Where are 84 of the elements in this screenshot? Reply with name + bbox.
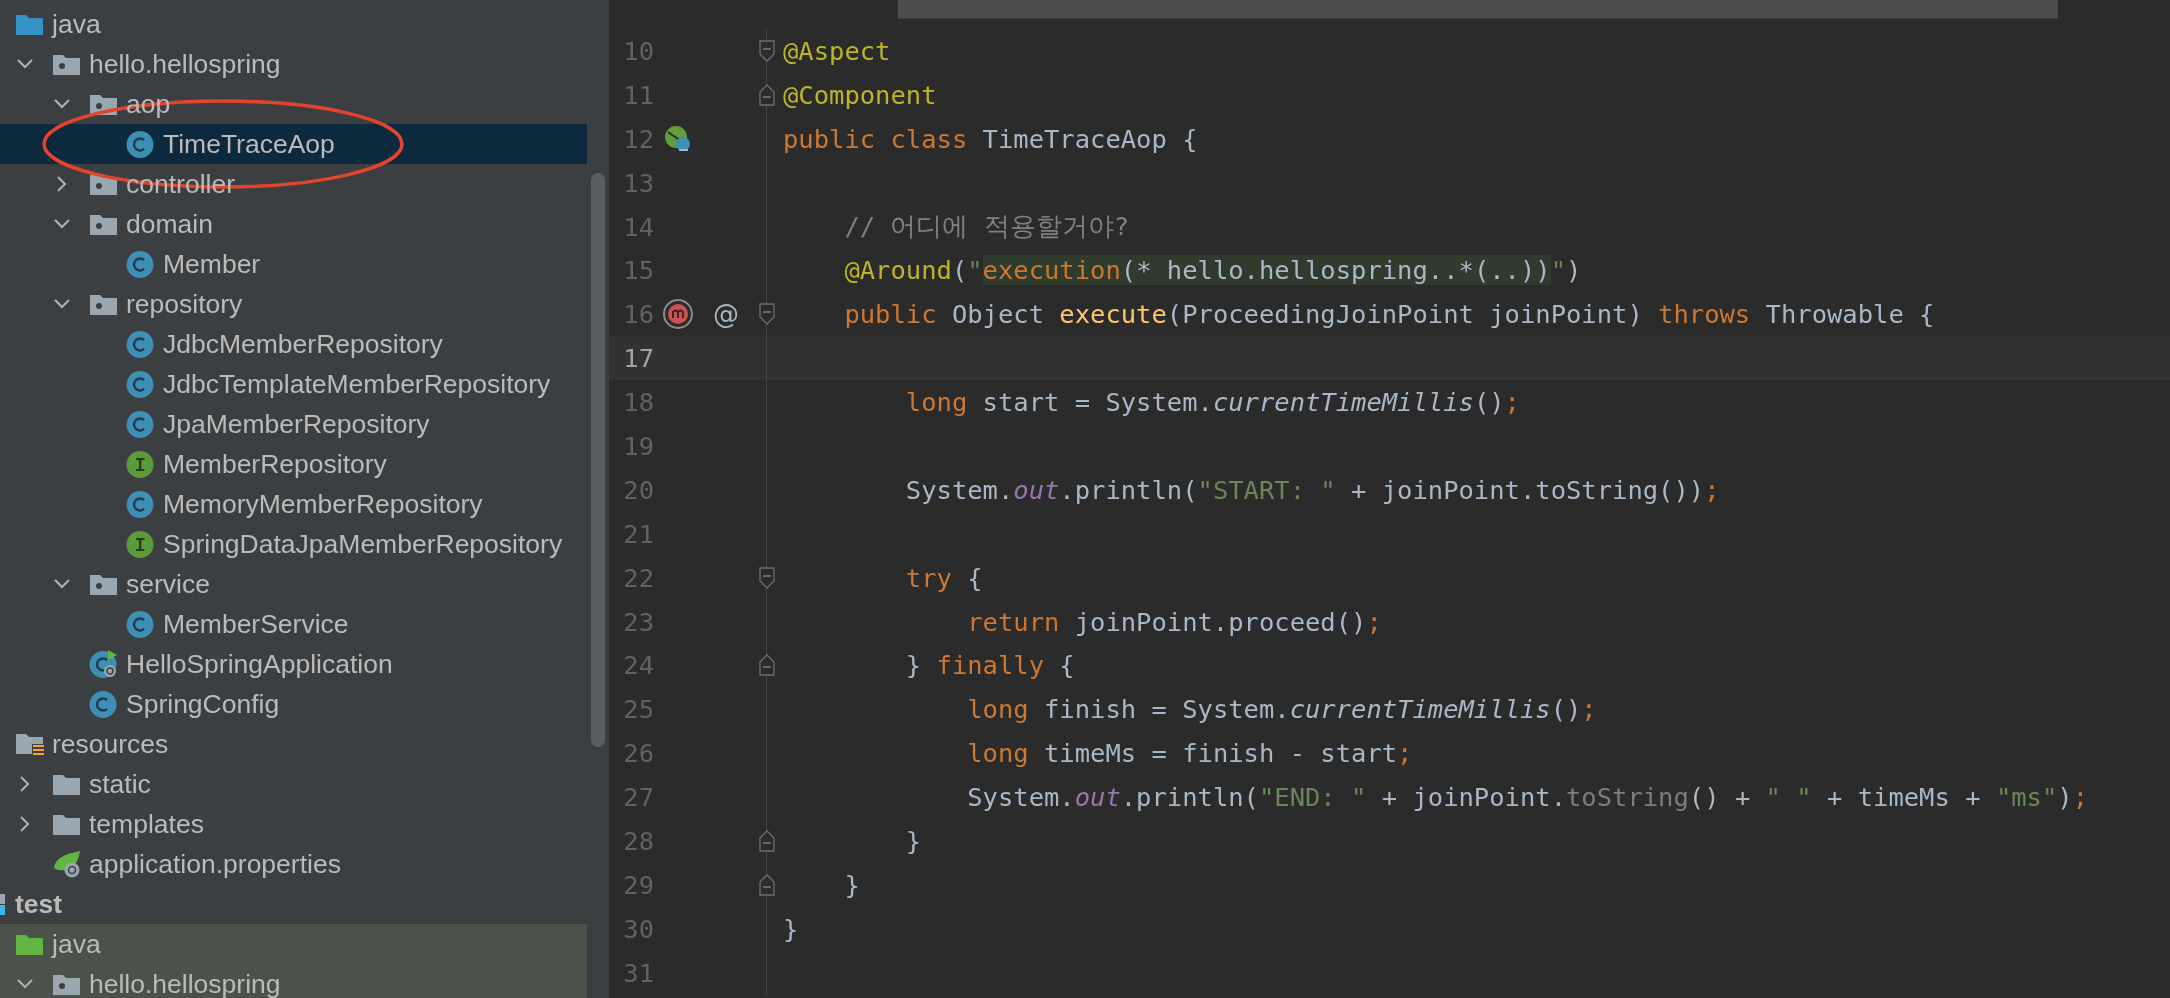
code-line: } <box>904 825 922 856</box>
code-line: } <box>843 869 860 900</box>
code-line: public class TimeTraceAop { <box>783 123 1198 154</box>
fold-icon[interactable] <box>759 83 775 106</box>
tree-item[interactable]: hello.hellospring <box>0 964 587 998</box>
tree-item[interactable]: MemberService <box>0 604 587 644</box>
class-icon <box>126 369 155 399</box>
ring-badge-icon[interactable] <box>662 299 694 330</box>
tree-item[interactable]: static <box>0 764 587 804</box>
line-number: 25 <box>622 694 654 725</box>
interface-icon <box>126 529 155 559</box>
tree-item[interactable]: SpringConfig <box>0 684 587 724</box>
line-number: 22 <box>622 562 654 593</box>
line-number: 16 <box>622 299 654 330</box>
class-icon <box>126 489 155 519</box>
leaf-badge-icon[interactable] <box>664 124 692 153</box>
line-number: 20 <box>622 474 654 505</box>
class-icon <box>89 689 118 719</box>
tree-item[interactable]: HelloSpringApplication <box>0 644 587 684</box>
line-number: 24 <box>622 650 654 681</box>
line-number: 27 <box>622 782 654 813</box>
fold-icon[interactable] <box>759 303 775 326</box>
code-line: long start = System.currentTimeMillis(); <box>904 387 1520 418</box>
code-line: } finally { <box>904 650 1075 681</box>
code-line: // 어디에 적용할거야? <box>843 210 1130 243</box>
class-icon <box>126 609 155 639</box>
line-number: 17 <box>622 343 654 374</box>
fold-icon[interactable] <box>759 566 775 589</box>
line-number: 13 <box>622 167 654 198</box>
tree-item[interactable]: application.properties <box>0 844 587 884</box>
class-icon <box>126 129 155 159</box>
tree-item[interactable]: java <box>0 924 587 964</box>
tree-item[interactable]: java <box>0 4 587 44</box>
class-icon <box>126 249 155 279</box>
code-line: long finish = System.currentTimeMillis(); <box>966 694 1597 725</box>
tree-item[interactable]: hello.hellospring <box>0 44 587 84</box>
tree-item[interactable]: MemberRepository <box>0 444 587 484</box>
line-number: 21 <box>622 518 654 549</box>
code-line: try { <box>904 562 983 593</box>
code-line: return joinPoint.proceed(); <box>966 606 1382 637</box>
line-number: 29 <box>622 869 654 900</box>
code-line: System.out.println("START: " + joinPoint.toString()); <box>904 474 1720 505</box>
tree-item[interactable]: test <box>0 884 587 924</box>
line-number: 31 <box>622 957 654 988</box>
scrollbar-thumb[interactable] <box>591 173 605 747</box>
class-run-icon <box>89 649 118 679</box>
line-number: 18 <box>622 387 654 418</box>
fold-icon[interactable] <box>759 654 775 677</box>
tree-item[interactable]: service <box>0 564 587 604</box>
code-line: } <box>783 913 799 944</box>
code-line: @Component <box>783 79 937 110</box>
line-number: 14 <box>622 211 654 242</box>
tree-item[interactable]: SpringDataJpaMemberRepository <box>0 524 587 564</box>
line-number: 19 <box>622 430 654 461</box>
line-number: 28 <box>622 825 654 856</box>
leaf-gear-icon <box>52 849 81 879</box>
line-number: 23 <box>622 606 654 637</box>
tree-item[interactable]: repository <box>0 284 587 324</box>
class-icon <box>126 409 155 439</box>
code-line: @Aspect <box>783 35 891 66</box>
line-number: 30 <box>622 913 654 944</box>
tree-item[interactable]: MemoryMemberRepository <box>0 484 587 524</box>
tree-item[interactable]: resources <box>0 724 587 764</box>
tree-item[interactable]: Member <box>0 244 587 284</box>
tree-item[interactable]: JpaMemberRepository <box>0 404 587 444</box>
fold-icon[interactable] <box>759 829 775 852</box>
tree-item[interactable]: JdbcMemberRepository <box>0 324 587 364</box>
interface-icon <box>126 449 155 479</box>
tree-item[interactable]: TimeTraceAop <box>0 124 587 164</box>
line-number: 12 <box>622 123 654 154</box>
gutter-mark[interactable]: @ <box>713 299 739 330</box>
code-line: System.out.println("END: " + joinPoint.toString() + " " + timeMs + "ms"); <box>966 782 2089 813</box>
line-number: 11 <box>622 79 654 110</box>
line-number: 15 <box>622 255 654 286</box>
fold-icon[interactable] <box>759 873 775 896</box>
line-number: 10 <box>622 35 654 66</box>
line-number: 26 <box>622 738 654 769</box>
code-line: public Object execute(ProceedingJoinPoint joinPoint) throws Throwable { <box>843 299 1935 330</box>
class-icon <box>126 329 155 359</box>
code-line: long timeMs = finish - start; <box>966 738 1413 769</box>
tree-item[interactable]: JdbcTemplateMemberRepository <box>0 364 587 404</box>
tree-item[interactable]: templates <box>0 804 587 844</box>
fold-icon[interactable] <box>759 39 775 62</box>
tree-item[interactable]: domain <box>0 204 587 244</box>
